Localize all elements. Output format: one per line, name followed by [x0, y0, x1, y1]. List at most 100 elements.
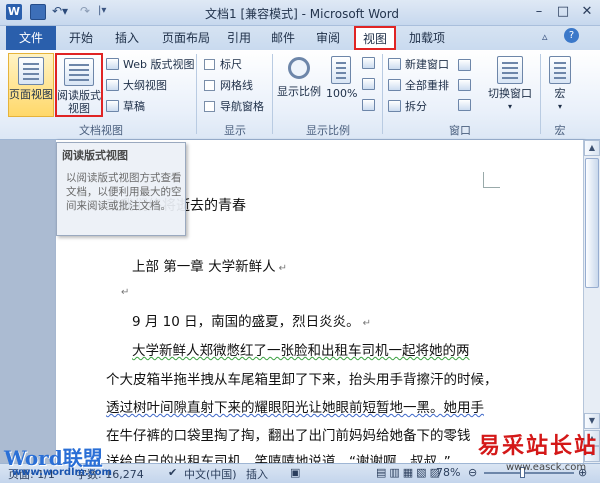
tab-insert[interactable]: 插入	[108, 26, 146, 50]
minimize-ribbon-icon[interactable]: ▵	[542, 30, 548, 43]
tab-file[interactable]: 文件	[6, 26, 56, 50]
view-shortcuts-icon[interactable]: ▤▥▦▧▨	[376, 466, 443, 479]
arrange-all-button[interactable]: 全部重排	[388, 77, 449, 94]
switch-windows-button[interactable]: 切换窗口 ▾	[484, 53, 536, 117]
group-label-macros: 宏	[554, 124, 566, 137]
web-layout-icon	[106, 58, 119, 70]
zoom-100-label: 100%	[326, 87, 358, 100]
new-window-icon	[388, 58, 401, 70]
status-insert-mode[interactable]: 插入	[246, 466, 268, 482]
doc-paragraph-2-line-5: 送给自己的出租车司机，笑嘻嘻地说道，“谢谢啊，叔叔。”	[106, 450, 451, 463]
view-side-by-side-icon[interactable]	[458, 58, 472, 72]
page-width-icon[interactable]	[362, 98, 376, 112]
web-layout-button[interactable]: Web 版式视图	[106, 56, 194, 73]
doc-paragraph-2-line-1-text: 大学新鲜人郑微憋红了一张脸和出租车司机一起将她的两	[132, 343, 470, 359]
ruler-label: 标尺	[220, 58, 242, 71]
doc-paragraph-2-line-3-text: 透过树叶间隙直射下来的耀眼阳光让她眼前短暂地一黑。她用手	[106, 400, 484, 416]
empty-paragraph: ↵	[118, 283, 129, 299]
switch-windows-icon	[497, 56, 523, 84]
one-page-icon[interactable]	[362, 56, 376, 70]
reading-layout-button[interactable]: 阅读版式 视图	[55, 53, 103, 117]
tab-view[interactable]: 视图	[354, 26, 396, 50]
outline-icon	[106, 79, 119, 91]
scroll-thumb[interactable]	[585, 158, 599, 288]
switch-windows-label: 切换窗口	[488, 87, 532, 100]
doc-paragraph-2-line-2: 个大皮箱半拖半拽从车尾箱里卸了下来，抬头用手背擦汗的时候，	[106, 368, 498, 388]
group-separator	[272, 54, 273, 134]
tab-home[interactable]: 开始	[62, 26, 100, 50]
checkbox-icon	[204, 101, 215, 112]
print-layout-button[interactable]: 页面视图	[8, 53, 54, 117]
tab-review[interactable]: 审阅	[310, 26, 346, 50]
ruler-checkbox[interactable]: 标尺	[204, 56, 242, 73]
doc-paragraph-2-line-1: 大学新鲜人郑微憋红了一张脸和出租车司机一起将她的两	[132, 339, 470, 359]
group-separator	[540, 54, 541, 134]
chevron-down-icon: ▾	[507, 102, 512, 111]
watermark-easck-url: www.easck.com	[506, 462, 587, 473]
new-window-label: 新建窗口	[405, 58, 449, 71]
macros-button[interactable]: 宏 ▾	[546, 53, 574, 117]
watermark-word-lianmeng-url: www.wordlm.com	[12, 467, 112, 478]
zoom-100-button[interactable]: 100%	[326, 53, 358, 117]
vertical-scrollbar[interactable]: ▲ ▼ ▴ ▾	[583, 140, 600, 463]
print-layout-label: 页面视图	[9, 88, 53, 101]
word-app-icon[interactable]: W	[6, 4, 22, 20]
checkbox-icon	[204, 80, 215, 91]
group-separator	[196, 54, 197, 134]
maximize-icon[interactable]: □	[552, 3, 574, 21]
doc-chapter: 上部 第一章 大学新鲜人 ↵	[132, 255, 287, 275]
macros-label: 宏	[554, 87, 566, 100]
customize-qat-icon[interactable]: |▾	[98, 5, 106, 16]
reading-layout-label-line1: 阅读版式	[57, 89, 101, 102]
macros-icon	[549, 56, 571, 84]
print-layout-icon	[18, 57, 44, 85]
proofing-icon[interactable]: ✔	[168, 466, 177, 479]
paragraph-mark-icon: ↵	[121, 287, 130, 298]
split-label: 拆分	[405, 100, 427, 113]
draft-label: 草稿	[123, 100, 145, 113]
outline-button[interactable]: 大纲视图	[106, 77, 167, 94]
doc-paragraph-2-line-2-text: 个大皮箱半拖半拽从车尾箱里卸了下来，抬头用手背擦汗的时候，	[106, 372, 498, 388]
doc-paragraph-1-text: 9 月 10 日，南国的盛夏，烈日炎炎。	[132, 314, 360, 330]
close-icon[interactable]: ✕	[576, 3, 598, 21]
new-window-button[interactable]: 新建窗口	[388, 56, 449, 73]
window-title: 文档1 [兼容模式] - Microsoft Word	[205, 7, 400, 21]
group-label-window: 窗口	[449, 124, 471, 137]
save-icon[interactable]	[30, 4, 46, 20]
scroll-up-icon[interactable]: ▲	[584, 140, 600, 156]
gridlines-checkbox[interactable]: 网格线	[204, 77, 253, 94]
watermark-easck: 易采站长站	[478, 433, 599, 459]
macro-record-icon[interactable]: ▣	[290, 466, 300, 479]
doc-chapter-text: 上部 第一章 大学新鲜人	[132, 259, 276, 275]
tab-mailings[interactable]: 邮件	[266, 26, 300, 50]
reading-layout-label-line2: 视图	[68, 102, 90, 115]
paragraph-mark-icon: ↵	[278, 263, 287, 274]
tab-page-layout[interactable]: 页面布局	[156, 26, 216, 50]
arrange-all-icon	[388, 79, 401, 91]
nav-pane-checkbox[interactable]: 导航窗格	[204, 98, 264, 115]
tooltip-body: 以阅读版式视图方式查看文档，以便利用最大的空间来阅读或批注文档。	[66, 172, 182, 212]
status-zoom-level[interactable]: 78%	[436, 466, 460, 479]
group-separator	[382, 54, 383, 134]
redo-icon[interactable]: ↷	[80, 4, 90, 18]
zoom-out-icon[interactable]: ⊖	[468, 466, 477, 479]
two-pages-icon[interactable]	[362, 77, 376, 91]
doc-paragraph-2-line-5-text: 送给自己的出租车司机，笑嘻嘻地说道，“谢谢啊，叔叔。”	[106, 454, 451, 463]
tab-references[interactable]: 引用	[222, 26, 256, 50]
zoom-button[interactable]: 显示比例	[276, 53, 322, 117]
outline-label: 大纲视图	[123, 79, 167, 92]
draft-button[interactable]: 草稿	[106, 98, 145, 115]
page-100-icon	[331, 56, 351, 84]
reset-window-icon[interactable]	[458, 98, 472, 112]
status-language[interactable]: 中文(中国)	[184, 466, 237, 482]
minimize-icon[interactable]: –	[528, 3, 550, 21]
scroll-down-icon[interactable]: ▼	[584, 413, 600, 429]
sync-scroll-icon[interactable]	[458, 78, 472, 92]
undo-icon[interactable]: ↶▾	[52, 4, 68, 18]
tab-addins[interactable]: 加载项	[404, 26, 450, 50]
nav-pane-label: 导航窗格	[220, 100, 264, 113]
help-icon[interactable]: ?	[564, 28, 579, 43]
chevron-down-icon: ▾	[557, 102, 562, 111]
split-button[interactable]: 拆分	[388, 98, 427, 115]
reading-layout-tooltip: 阅读版式视图 以阅读版式视图方式查看文档，以便利用最大的空间来阅读或批注文档。	[56, 142, 186, 236]
